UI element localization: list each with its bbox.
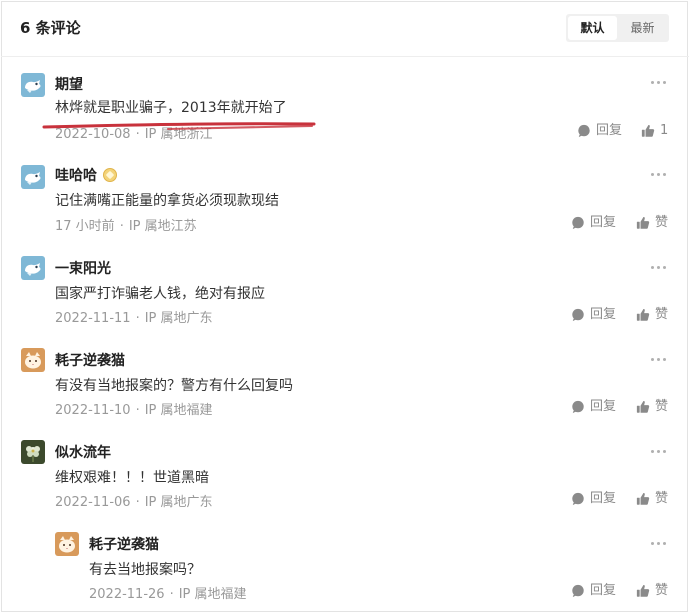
comment-date: 2022-11-06 [55,495,131,510]
thumbs-up-icon [641,124,655,138]
cat-avatar[interactable] [55,532,79,556]
comments-header: 6 条评论 默认 最新 [0,0,691,56]
comment-ip-location: IP 属地江苏 [128,219,197,234]
comment-meta: 2022-11-11 · IP 属地广东 [55,311,213,326]
comment-date: 17 小时前 [55,219,115,234]
bird-avatar[interactable] [21,256,45,280]
comment-date: 2022-11-11 [55,311,131,326]
reply-label: 回复 [590,215,617,230]
like-label: 赞 [655,583,669,598]
like-label: 赞 [655,307,669,322]
sort-newest-button[interactable]: 最新 [618,16,667,40]
reply-label: 回复 [590,491,617,506]
reply-bubble-icon [577,124,591,138]
comment-ip-location: IP 属地福建 [144,403,213,418]
comment-username[interactable]: 耗子逆袭猫 [89,534,159,554]
like-label: 赞 [655,215,669,230]
thumbs-up-icon [636,584,650,598]
like-label: 赞 [655,491,669,506]
comment-text: 维权艰难！！！世道黑暗 [55,470,209,486]
comment-username[interactable]: 哇哈哈 [55,165,117,185]
comment-count-title: 6 条评论 [20,19,81,37]
comment-username[interactable]: 一束阳光 [55,258,111,278]
reply-label: 回复 [590,307,617,322]
comment-ip-location: IP 属地浙江 [144,127,213,142]
comment-meta: 2022-10-08 · IP 属地浙江 [55,127,213,142]
comment-date: 2022-11-26 [89,587,165,602]
more-dots-icon[interactable] [651,448,667,454]
reply-bubble-icon [571,400,585,414]
comment-meta: 2022-11-06 · IP 属地广东 [55,495,213,510]
comment-ip-location: IP 属地广东 [144,311,213,326]
comment-date: 2022-11-10 [55,403,131,418]
bird-avatar[interactable] [21,165,45,189]
sort-toggle: 默认 最新 [566,14,669,42]
comment-meta: 17 小时前 · IP 属地江苏 [55,219,197,234]
more-dots-icon[interactable] [651,171,667,177]
flower-avatar[interactable] [21,440,45,464]
more-dots-icon[interactable] [651,264,667,270]
cat-avatar[interactable] [21,348,45,372]
more-dots-icon[interactable] [651,356,667,362]
comment-username[interactable]: 耗子逆袭猫 [55,350,125,370]
comment-text: 林烨就是职业骗子，2013年就开始了 [55,100,287,116]
thumbs-up-icon [636,400,650,414]
comment-ip-location: IP 属地广东 [144,495,213,510]
comment-text: 记住满嘴正能量的拿货必须现款现结 [55,193,279,209]
comment-meta: 2022-11-26 · IP 属地福建 [89,587,247,602]
comment-username[interactable]: 似水流年 [55,442,111,462]
comment-ip-location: IP 属地福建 [178,587,247,602]
thumbs-up-icon [636,492,650,506]
comment-text: 有没有当地报案的？警方有什么回复吗 [55,378,293,394]
reply-bubble-icon [571,308,585,322]
reply-label: 回复 [596,123,623,138]
header-divider [1,56,689,57]
reply-bubble-icon [571,216,585,230]
comment-date: 2022-10-08 [55,127,131,142]
reply-bubble-icon [571,584,585,598]
comment-meta: 2022-11-10 · IP 属地福建 [55,403,213,418]
more-dots-icon[interactable] [651,79,667,85]
comment-text: 国家严打诈骗老人钱，绝对有报应 [55,286,265,302]
thumbs-up-icon [636,216,650,230]
sort-default-button[interactable]: 默认 [568,16,617,40]
reply-label: 回复 [590,583,617,598]
reply-bubble-icon [571,492,585,506]
bird-avatar[interactable] [21,73,45,97]
level-badge-icon [103,168,117,182]
thumbs-up-icon [636,308,650,322]
reply-label: 回复 [590,399,617,414]
comment-text: 有去当地报案吗？ [89,562,201,578]
comment-username[interactable]: 期望 [55,74,83,94]
like-count: 1 [660,123,669,138]
more-dots-icon[interactable] [651,540,667,546]
like-label: 赞 [655,399,669,414]
